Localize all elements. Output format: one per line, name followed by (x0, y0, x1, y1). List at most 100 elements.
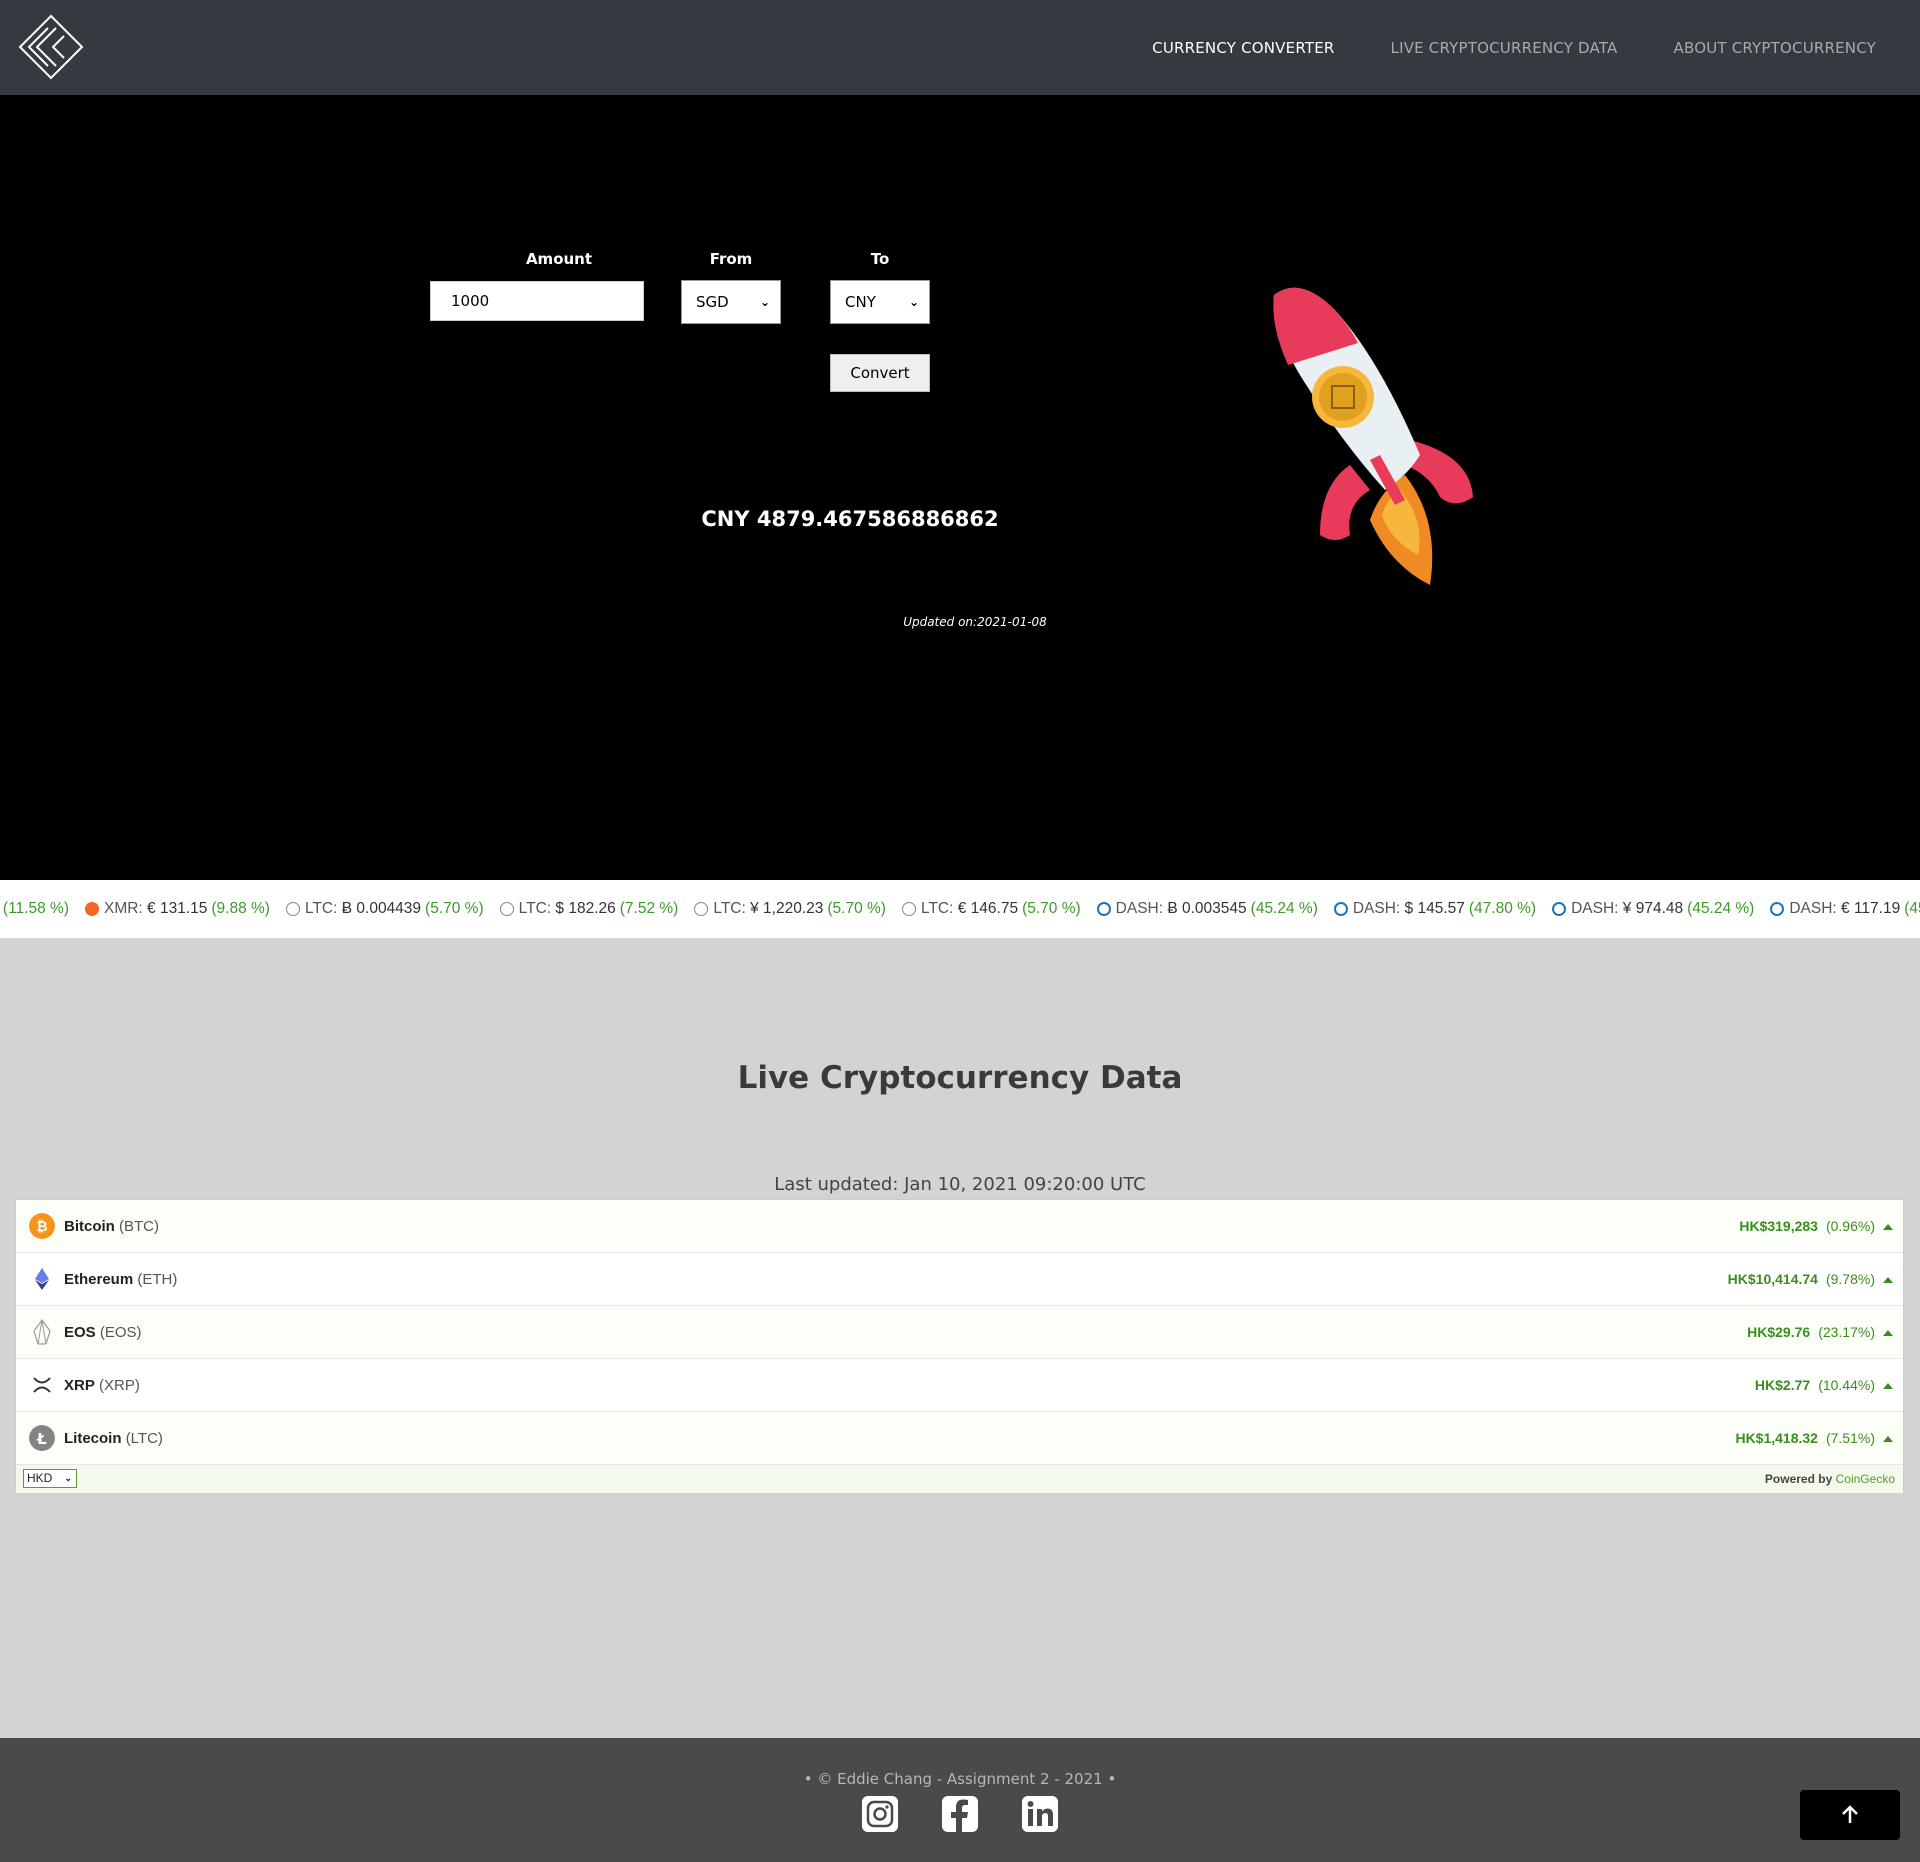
ticker-value: € 131.15 (147, 900, 208, 917)
price-ticker: 4 (11.58 %) XMR: € 131.15 (9.88 %) LTC: … (0, 880, 1920, 938)
caret-up-icon (1883, 1329, 1893, 1336)
ticker-change: (5.70 %) (827, 900, 886, 917)
conversion-result: CNY 4879.467586886862 (701, 507, 999, 531)
nav-about-crypto[interactable]: ABOUT CRYPTOCURRENCY (1674, 39, 1877, 57)
coin-price: HK$2.77 (10.44%) (1755, 1359, 1893, 1412)
amount-label: Amount (525, 250, 593, 268)
coin-row-bitcoin[interactable]: ₿ Bitcoin (BTC) HK$319,283 (0.96%) (16, 1200, 1903, 1253)
dash-icon (1552, 902, 1567, 916)
dash-icon (1333, 902, 1348, 916)
ticker-item: DASH: € 117.19 (45. (1770, 900, 1920, 918)
ticker-value: ¥ 974.48 (1622, 900, 1684, 917)
bitcoin-icon: ₿ (29, 1213, 55, 1239)
coin-price: HK$10,414.74 (9.78%) (1728, 1253, 1893, 1306)
coin-row-ethereum[interactable]: Ethereum (ETH) HK$10,414.74 (9.78%) (16, 1253, 1903, 1306)
coin-row-xrp[interactable]: XRP (XRP) HK$2.77 (10.44%) (16, 1359, 1903, 1412)
svg-text:Ł: Ł (36, 1430, 47, 1448)
ticker-item: DASH: ¥ 974.48 (45.24 %) (1552, 900, 1754, 918)
ticker-value: € 117.19 (1841, 900, 1901, 917)
ticker-symbol: XMR: (103, 900, 143, 917)
from-label: From (709, 250, 753, 268)
back-to-top-button[interactable] (1800, 1790, 1900, 1840)
litecoin-icon (499, 902, 514, 916)
caret-up-icon (1883, 1435, 1893, 1442)
rocket-illustration (1273, 287, 1473, 585)
ticker-change: (45.24 %) (1250, 900, 1318, 917)
ticker-value: € 146.75 (957, 900, 1019, 917)
from-currency-value: SGD (696, 293, 729, 311)
linkedin-icon[interactable] (1022, 1796, 1058, 1832)
amount-input[interactable]: 1000 (430, 281, 644, 321)
facebook-icon[interactable] (942, 1796, 978, 1832)
instagram-icon[interactable] (862, 1796, 898, 1832)
last-updated: Last updated: Jan 10, 2021 09:20:00 UTC (774, 1174, 1146, 1195)
to-currency-value: CNY (845, 293, 876, 311)
coingecko-link[interactable]: CoinGecko (1836, 1472, 1895, 1486)
powered-by: Powered by CoinGecko (1764, 1472, 1895, 1486)
dash-icon (1770, 902, 1785, 916)
nav-live-crypto-data[interactable]: LIVE CRYPTOCURRENCY DATA (1391, 39, 1618, 57)
convert-button[interactable]: Convert (830, 354, 930, 392)
xrp-icon (33, 1377, 51, 1393)
ticker-change: (9.88 %) (211, 900, 270, 917)
ticker-item: LTC: $ 182.26 (7.52 %) (499, 900, 679, 918)
to-currency-select[interactable]: CNY ⌄ (830, 280, 930, 324)
currency-select[interactable]: HKD ⌄ (23, 1469, 77, 1488)
ticker-symbol: DASH: (1115, 900, 1164, 917)
from-currency-select[interactable]: SGD ⌄ (681, 280, 781, 324)
chevron-down-icon: ⌄ (908, 295, 919, 309)
ticker-item: DASH: $ 145.57 (47.80 %) (1333, 900, 1536, 918)
ticker-symbol: LTC: (518, 900, 552, 917)
nav-currency-converter[interactable]: CURRENCY CONVERTER (1152, 39, 1334, 57)
ticker-symbol: LTC: (713, 900, 746, 917)
litecoin-icon: Ł (29, 1425, 55, 1451)
coin-name: EOS (EOS) (64, 1324, 142, 1341)
ticker-item: DASH: Ƀ 0.003545 (45.24 %) (1096, 900, 1318, 918)
litecoin-icon (694, 902, 709, 916)
ticker-change: (7.52 %) (619, 900, 679, 917)
ethereum-icon (35, 1268, 49, 1290)
ticker-value: $ 182.26 (555, 900, 616, 917)
ticker-symbol: DASH: (1789, 900, 1837, 917)
coin-row-eos[interactable]: EOS (EOS) HK$29.76 (23.17%) (16, 1306, 1903, 1359)
widget-footer: HKD ⌄ Powered by CoinGecko (16, 1465, 1903, 1493)
ticker-change: (5.70 %) (425, 900, 484, 917)
ticker-change: (45. (1904, 900, 1920, 917)
coin-name: Ethereum (ETH) (64, 1271, 178, 1288)
coin-price-widget: ₿ Bitcoin (BTC) HK$319,283 (0.96%) Ethere… (15, 1199, 1904, 1493)
copyright: • © Eddie Chang - Assignment 2 - 2021 • (803, 1770, 1117, 1788)
chevron-down-icon: ⌄ (759, 295, 770, 309)
coin-row-litecoin[interactable]: Ł Litecoin (LTC) HK$1,418.32 (7.51%) (16, 1412, 1903, 1465)
section-title: Live Cryptocurrency Data (737, 1060, 1183, 1096)
dash-icon (1096, 902, 1111, 916)
ticker-item: 4 (11.58 %) (0, 900, 69, 918)
ticker-track: 4 (11.58 %) XMR: € 131.15 (9.88 %) LTC: … (0, 880, 1920, 938)
ticker-change: (45.24 %) (1687, 900, 1755, 917)
navbar: CURRENCY CONVERTER LIVE CRYPTOCURRENCY D… (0, 0, 1920, 95)
ticker-symbol: DASH: (1352, 900, 1401, 917)
ticker-change: 4 (11.58 %) (0, 900, 69, 917)
litecoin-icon (285, 902, 300, 916)
coin-name: XRP (XRP) (64, 1377, 140, 1394)
ticker-item: LTC: ¥ 1,220.23 (5.70 %) (694, 900, 886, 918)
ticker-item: LTC: Ƀ 0.004439 (5.70 %) (285, 900, 484, 918)
ticker-symbol: LTC: (920, 900, 954, 917)
to-label: To (870, 250, 890, 268)
coin-name: Litecoin (LTC) (64, 1430, 163, 1447)
ticker-symbol: DASH: (1571, 900, 1619, 917)
hero-converter: Amount From To 1000 SGD ⌄ CNY ⌄ Convert … (0, 95, 1920, 880)
ticker-value: Ƀ 0.004439 (341, 900, 422, 917)
ticker-symbol: LTC: (304, 900, 338, 917)
footer: • © Eddie Chang - Assignment 2 - 2021 • (0, 1738, 1920, 1862)
social-links (862, 1796, 1058, 1832)
chevron-down-icon: ⌄ (64, 1473, 72, 1483)
eos-icon (33, 1319, 51, 1345)
litecoin-icon (901, 902, 916, 916)
ticker-value: $ 145.57 (1404, 900, 1465, 917)
caret-up-icon (1883, 1276, 1893, 1283)
currency-select-value: HKD (27, 1471, 53, 1485)
caret-up-icon (1883, 1223, 1893, 1230)
site-logo[interactable] (18, 14, 84, 80)
coin-price: HK$29.76 (23.17%) (1747, 1306, 1893, 1359)
ticker-item: LTC: € 146.75 (5.70 %) (901, 900, 1081, 918)
